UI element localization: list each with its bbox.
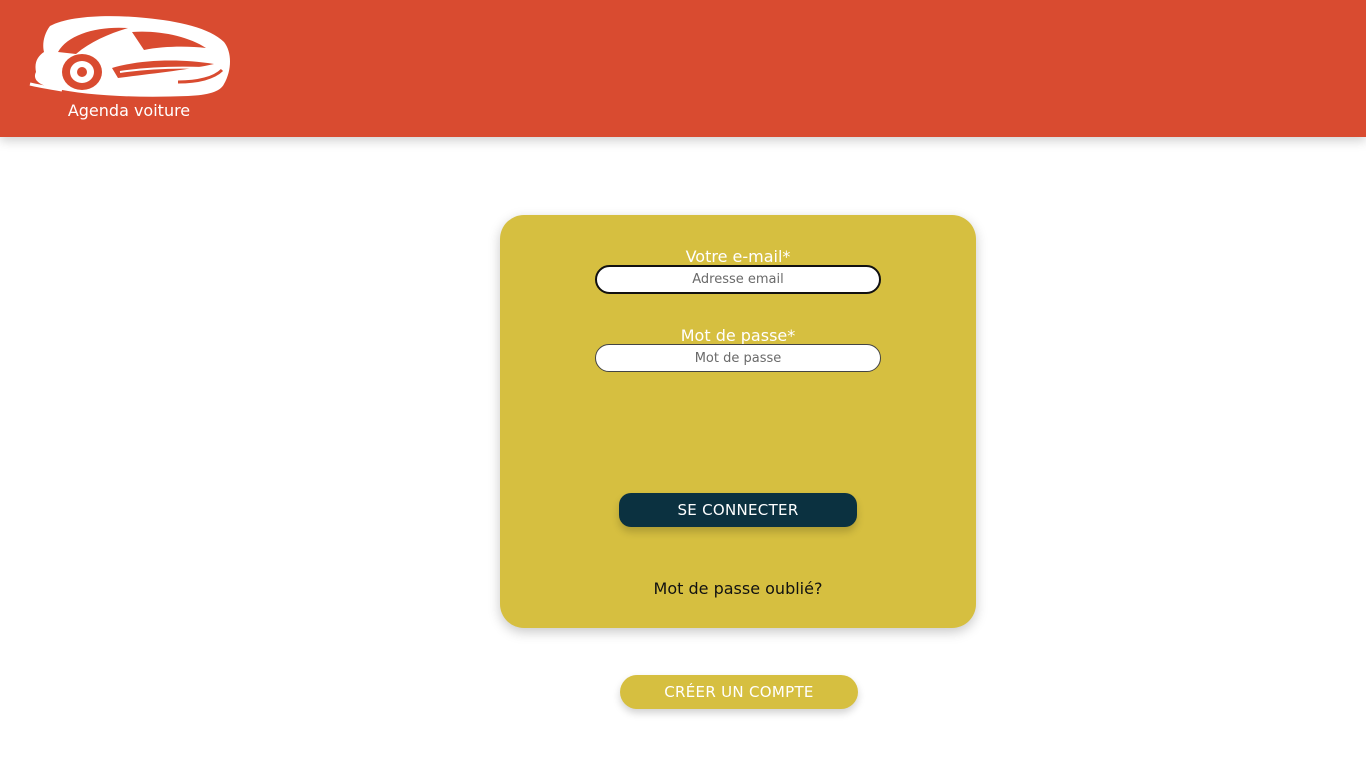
- site-header: Agenda voiture: [0, 0, 1366, 137]
- login-card: Votre e-mail* Mot de passe* SE CONNECTER…: [500, 215, 976, 628]
- email-field[interactable]: [595, 265, 881, 294]
- logo-text: Agenda voiture: [67, 101, 191, 120]
- sports-car-icon: [29, 16, 231, 97]
- password-label: Mot de passe*: [680, 326, 796, 345]
- create-account-button[interactable]: CRÉER UN COMPTE: [620, 675, 858, 709]
- home-logo-link[interactable]: Agenda voiture: [28, 12, 233, 124]
- password-field[interactable]: [595, 344, 881, 372]
- email-label: Votre e-mail*: [685, 247, 791, 266]
- login-button[interactable]: SE CONNECTER: [619, 493, 857, 527]
- forgot-password-link[interactable]: Mot de passe oublié?: [500, 579, 976, 598]
